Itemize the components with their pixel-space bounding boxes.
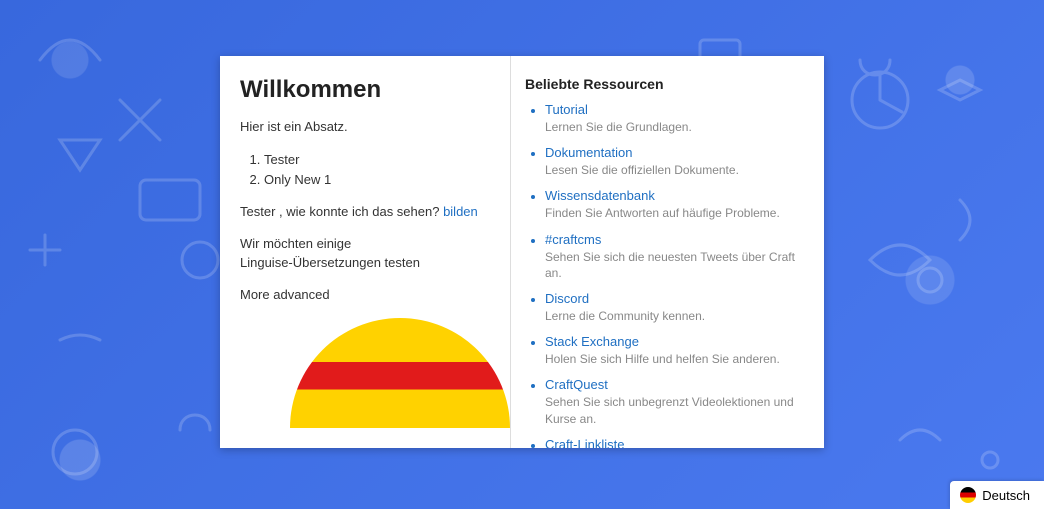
resource-description: Finden Sie Antworten auf häufige Problem… bbox=[545, 205, 804, 221]
resource-item: Tutorial Lernen Sie die Grundlagen. bbox=[545, 102, 804, 135]
resource-description: Sehen Sie sich die neuesten Tweets über … bbox=[545, 249, 804, 281]
resource-item: Discord Lerne die Community kennen. bbox=[545, 291, 804, 324]
resource-link[interactable]: Stack Exchange bbox=[545, 334, 804, 349]
resources-heading: Beliebte Ressourcen bbox=[525, 76, 804, 92]
language-picker[interactable]: Deutsch bbox=[950, 481, 1044, 509]
resource-description: Lerne die Community kennen. bbox=[545, 308, 804, 324]
content-pane[interactable]: Willkommen Hier ist ein Absatz. Tester O… bbox=[220, 56, 510, 448]
germany-flag-icon bbox=[960, 487, 976, 503]
resource-link[interactable]: Wissensdatenbank bbox=[545, 188, 804, 203]
resource-item: #craftcms Sehen Sie sich die neuesten Twe… bbox=[545, 232, 804, 281]
language-label: Deutsch bbox=[982, 488, 1030, 503]
bilden-link[interactable]: bilden bbox=[443, 204, 478, 219]
page-title: Willkommen bbox=[240, 76, 510, 104]
resources-list: Tutorial Lernen Sie die Grundlagen. Dokume… bbox=[525, 102, 804, 448]
list-item: Tester bbox=[264, 150, 510, 170]
resource-item: Stack Exchange Holen Sie sich Hilfe und h… bbox=[545, 334, 804, 367]
flag-semicircle-icon bbox=[290, 318, 510, 428]
resource-link[interactable]: Discord bbox=[545, 291, 804, 306]
resource-item: Wissensdatenbank Finden Sie Antworten auf… bbox=[545, 188, 804, 221]
question-line: Tester , wie konnte ich das sehen? bilde… bbox=[240, 203, 510, 221]
resource-link[interactable]: #craftcms bbox=[545, 232, 804, 247]
resource-link[interactable]: CraftQuest bbox=[545, 377, 804, 392]
resource-link[interactable]: Craft-Linkliste bbox=[545, 437, 804, 448]
resource-description: Lesen Sie die offiziellen Dokumente. bbox=[545, 162, 804, 178]
resource-item: Dokumentation Lesen Sie die offiziellen D… bbox=[545, 145, 804, 178]
resources-pane[interactable]: Beliebte Ressourcen Tutorial Lernen Sie d… bbox=[511, 56, 824, 448]
resource-description: Sehen Sie sich unbegrenzt Videolektionen… bbox=[545, 394, 804, 426]
resource-item: CraftQuest Sehen Sie sich unbegrenzt Vide… bbox=[545, 377, 804, 426]
more-advanced-label: More advanced bbox=[240, 286, 510, 304]
question-text: Tester , wie konnte ich das sehen? bbox=[240, 204, 443, 219]
list-item: Only New 1 bbox=[264, 170, 510, 190]
resource-item: Craft-LinklisteBleiben Sie auf dem Laufe… bbox=[545, 437, 804, 448]
resource-link[interactable]: Dokumentation bbox=[545, 145, 804, 160]
resource-description: Holen Sie sich Hilfe und helfen Sie ande… bbox=[545, 351, 804, 367]
resource-description: Lernen Sie die Grundlagen. bbox=[545, 119, 804, 135]
translate-paragraph: Wir möchten einige Linguise-Übersetzunge… bbox=[240, 235, 510, 271]
resource-link[interactable]: Tutorial bbox=[545, 102, 804, 117]
intro-paragraph: Hier ist ein Absatz. bbox=[240, 118, 510, 136]
welcome-card: Willkommen Hier ist ein Absatz. Tester O… bbox=[220, 56, 824, 448]
ordered-list: Tester Only New 1 bbox=[264, 150, 510, 189]
